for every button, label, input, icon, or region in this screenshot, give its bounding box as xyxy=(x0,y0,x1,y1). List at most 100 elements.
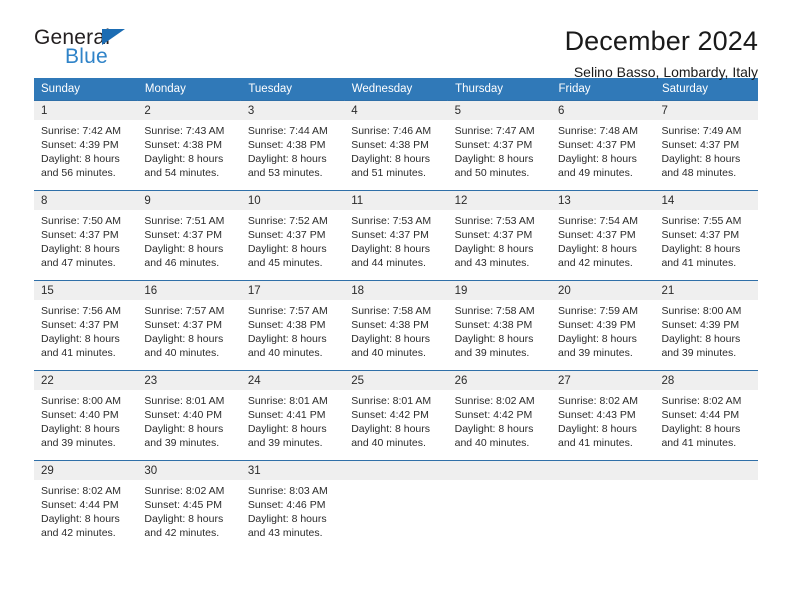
title-block: December 2024 Selino Basso, Lombardy, It… xyxy=(204,26,758,83)
day-cell[interactable]: 1 Sunrise: 7:42 AM Sunset: 4:39 PM Dayli… xyxy=(34,100,138,191)
page-header: General Blue December 2024 Selino Basso,… xyxy=(34,0,758,80)
daylight-text-line1: Daylight: 8 hours xyxy=(41,423,120,435)
sunrise-text: Sunrise: 7:51 AM xyxy=(144,215,225,227)
day-number: 9 xyxy=(137,191,241,210)
daylight-text-line2: and 41 minutes. xyxy=(41,347,116,359)
day-details: Sunrise: 8:02 AM Sunset: 4:44 PM Dayligh… xyxy=(654,390,757,450)
day-cell[interactable]: 18 Sunrise: 7:58 AM Sunset: 4:38 PM Dayl… xyxy=(344,280,448,371)
day-cell[interactable]: 14 Sunrise: 7:55 AM Sunset: 4:37 PM Dayl… xyxy=(654,190,758,281)
day-details: Sunrise: 7:53 AM Sunset: 4:37 PM Dayligh… xyxy=(448,210,551,270)
sunset-text: Sunset: 4:37 PM xyxy=(247,229,326,241)
day-cell[interactable]: 4 Sunrise: 7:46 AM Sunset: 4:38 PM Dayli… xyxy=(344,100,448,191)
day-cell[interactable]: 15 Sunrise: 7:56 AM Sunset: 4:37 PM Dayl… xyxy=(34,280,138,371)
day-details: Sunrise: 7:49 AM Sunset: 4:37 PM Dayligh… xyxy=(654,120,757,180)
day-number: 28 xyxy=(654,371,758,390)
day-cell[interactable]: 25 Sunrise: 8:01 AM Sunset: 4:42 PM Dayl… xyxy=(344,370,448,461)
day-number: 26 xyxy=(447,371,552,390)
day-cell[interactable]: 21 Sunrise: 8:00 AM Sunset: 4:39 PM Dayl… xyxy=(654,280,758,371)
daylight-text-line2: and 39 minutes. xyxy=(454,347,530,359)
sunset-text: Sunset: 4:37 PM xyxy=(661,139,740,151)
day-number: 31 xyxy=(240,461,345,480)
day-details: Sunrise: 7:43 AM Sunset: 4:38 PM Dayligh… xyxy=(137,120,240,180)
day-cell[interactable]: 31 Sunrise: 8:03 AM Sunset: 4:46 PM Dayl… xyxy=(240,460,345,550)
day-details: Sunrise: 7:55 AM Sunset: 4:37 PM Dayligh… xyxy=(654,210,757,270)
day-cell[interactable]: 5 Sunrise: 7:47 AM Sunset: 4:37 PM Dayli… xyxy=(447,100,552,191)
daylight-text-line2: and 40 minutes. xyxy=(351,437,426,449)
day-number: 7 xyxy=(654,101,758,120)
daylight-text-line1: Daylight: 8 hours xyxy=(558,333,637,345)
sunset-text: Sunset: 4:39 PM xyxy=(661,319,740,331)
daylight-text-line2: and 44 minutes. xyxy=(351,257,426,269)
day-cell[interactable]: 17 Sunrise: 7:57 AM Sunset: 4:38 PM Dayl… xyxy=(240,280,345,371)
daylight-text-line1: Daylight: 8 hours xyxy=(247,243,327,255)
sunset-text: Sunset: 4:38 PM xyxy=(144,139,223,151)
day-details: Sunrise: 8:01 AM Sunset: 4:42 PM Dayligh… xyxy=(344,390,447,450)
day-number: 11 xyxy=(344,191,448,210)
sunrise-text: Sunrise: 8:00 AM xyxy=(661,305,742,317)
sunrise-text: Sunrise: 7:53 AM xyxy=(351,215,432,227)
day-cell[interactable]: 23 Sunrise: 8:01 AM Sunset: 4:40 PM Dayl… xyxy=(137,370,241,461)
daylight-text-line1: Daylight: 8 hours xyxy=(661,243,741,255)
sunrise-text: Sunrise: 7:42 AM xyxy=(41,125,121,137)
day-cell[interactable]: 27 Sunrise: 8:02 AM Sunset: 4:43 PM Dayl… xyxy=(551,370,655,461)
day-number: 3 xyxy=(240,101,345,120)
sunrise-text: Sunrise: 7:59 AM xyxy=(558,305,638,317)
sunset-text: Sunset: 4:45 PM xyxy=(144,499,223,511)
day-number: 20 xyxy=(551,281,655,300)
day-cell[interactable]: 7 Sunrise: 7:49 AM Sunset: 4:37 PM Dayli… xyxy=(654,100,758,191)
day-cell[interactable]: 3 Sunrise: 7:44 AM Sunset: 4:38 PM Dayli… xyxy=(240,100,345,191)
daylight-text-line2: and 39 minutes. xyxy=(661,347,737,359)
weekday-header-sunday: Sunday xyxy=(34,78,138,101)
sunset-text: Sunset: 4:37 PM xyxy=(558,139,636,151)
daylight-text-line2: and 40 minutes. xyxy=(454,437,530,449)
day-cell[interactable]: 26 Sunrise: 8:02 AM Sunset: 4:42 PM Dayl… xyxy=(447,370,552,461)
day-cell[interactable]: 24 Sunrise: 8:01 AM Sunset: 4:41 PM Dayl… xyxy=(240,370,345,461)
day-details: Sunrise: 8:01 AM Sunset: 4:40 PM Dayligh… xyxy=(137,390,240,450)
day-cell[interactable]: 28 Sunrise: 8:02 AM Sunset: 4:44 PM Dayl… xyxy=(654,370,758,461)
day-cell[interactable]: 22 Sunrise: 8:00 AM Sunset: 4:40 PM Dayl… xyxy=(34,370,138,461)
daylight-text-line2: and 39 minutes. xyxy=(144,437,220,449)
page-title: December 2024 xyxy=(564,26,758,56)
daylight-text-line2: and 41 minutes. xyxy=(558,437,633,449)
day-details: Sunrise: 7:50 AM Sunset: 4:37 PM Dayligh… xyxy=(34,210,137,270)
brand-triangle-icon xyxy=(102,29,125,45)
day-cell[interactable]: 20 Sunrise: 7:59 AM Sunset: 4:39 PM Dayl… xyxy=(551,280,655,371)
daylight-text-line1: Daylight: 8 hours xyxy=(454,333,534,345)
day-number: 10 xyxy=(240,191,345,210)
day-number: 25 xyxy=(344,371,448,390)
day-cell[interactable]: 9 Sunrise: 7:51 AM Sunset: 4:37 PM Dayli… xyxy=(137,190,241,281)
day-number: 16 xyxy=(137,281,241,300)
daylight-text-line2: and 47 minutes. xyxy=(41,257,116,269)
day-cell[interactable]: 6 Sunrise: 7:48 AM Sunset: 4:37 PM Dayli… xyxy=(551,100,655,191)
day-number xyxy=(344,461,448,480)
day-cell[interactable]: 19 Sunrise: 7:58 AM Sunset: 4:38 PM Dayl… xyxy=(447,280,552,371)
day-cell[interactable]: 12 Sunrise: 7:53 AM Sunset: 4:37 PM Dayl… xyxy=(447,190,552,281)
day-cell[interactable]: 16 Sunrise: 7:57 AM Sunset: 4:37 PM Dayl… xyxy=(137,280,241,371)
sunrise-text: Sunrise: 7:43 AM xyxy=(144,125,225,137)
daylight-text-line1: Daylight: 8 hours xyxy=(247,153,327,165)
daylight-text-line1: Daylight: 8 hours xyxy=(247,423,327,435)
day-cell[interactable]: 2 Sunrise: 7:43 AM Sunset: 4:38 PM Dayli… xyxy=(137,100,241,191)
day-number: 15 xyxy=(34,281,138,300)
sunrise-text: Sunrise: 7:56 AM xyxy=(41,305,121,317)
day-cell[interactable]: 11 Sunrise: 7:53 AM Sunset: 4:37 PM Dayl… xyxy=(344,190,448,281)
day-number xyxy=(447,461,552,480)
daylight-text-line1: Daylight: 8 hours xyxy=(247,333,327,345)
sunrise-text: Sunrise: 7:47 AM xyxy=(454,125,535,137)
day-cell[interactable]: 13 Sunrise: 7:54 AM Sunset: 4:37 PM Dayl… xyxy=(551,190,655,281)
day-cell[interactable]: 10 Sunrise: 7:52 AM Sunset: 4:37 PM Dayl… xyxy=(240,190,345,281)
daylight-text-line2: and 41 minutes. xyxy=(661,437,737,449)
sunrise-text: Sunrise: 8:02 AM xyxy=(454,395,535,407)
day-cell[interactable]: 8 Sunrise: 7:50 AM Sunset: 4:37 PM Dayli… xyxy=(34,190,138,281)
page-subtitle: Selino Basso, Lombardy, Italy xyxy=(573,64,758,80)
day-cell[interactable]: 29 Sunrise: 8:02 AM Sunset: 4:44 PM Dayl… xyxy=(34,460,138,550)
brand-logo[interactable]: General Blue xyxy=(34,26,204,74)
sunrise-text: Sunrise: 7:57 AM xyxy=(247,305,328,317)
sunrise-text: Sunrise: 8:03 AM xyxy=(247,485,328,497)
day-details: Sunrise: 8:03 AM Sunset: 4:46 PM Dayligh… xyxy=(241,480,344,540)
daylight-text-line2: and 42 minutes. xyxy=(558,257,633,269)
day-number: 17 xyxy=(240,281,345,300)
daylight-text-line1: Daylight: 8 hours xyxy=(41,153,120,165)
day-cell[interactable]: 30 Sunrise: 8:02 AM Sunset: 4:45 PM Dayl… xyxy=(137,460,241,550)
sunrise-text: Sunrise: 8:01 AM xyxy=(351,395,432,407)
